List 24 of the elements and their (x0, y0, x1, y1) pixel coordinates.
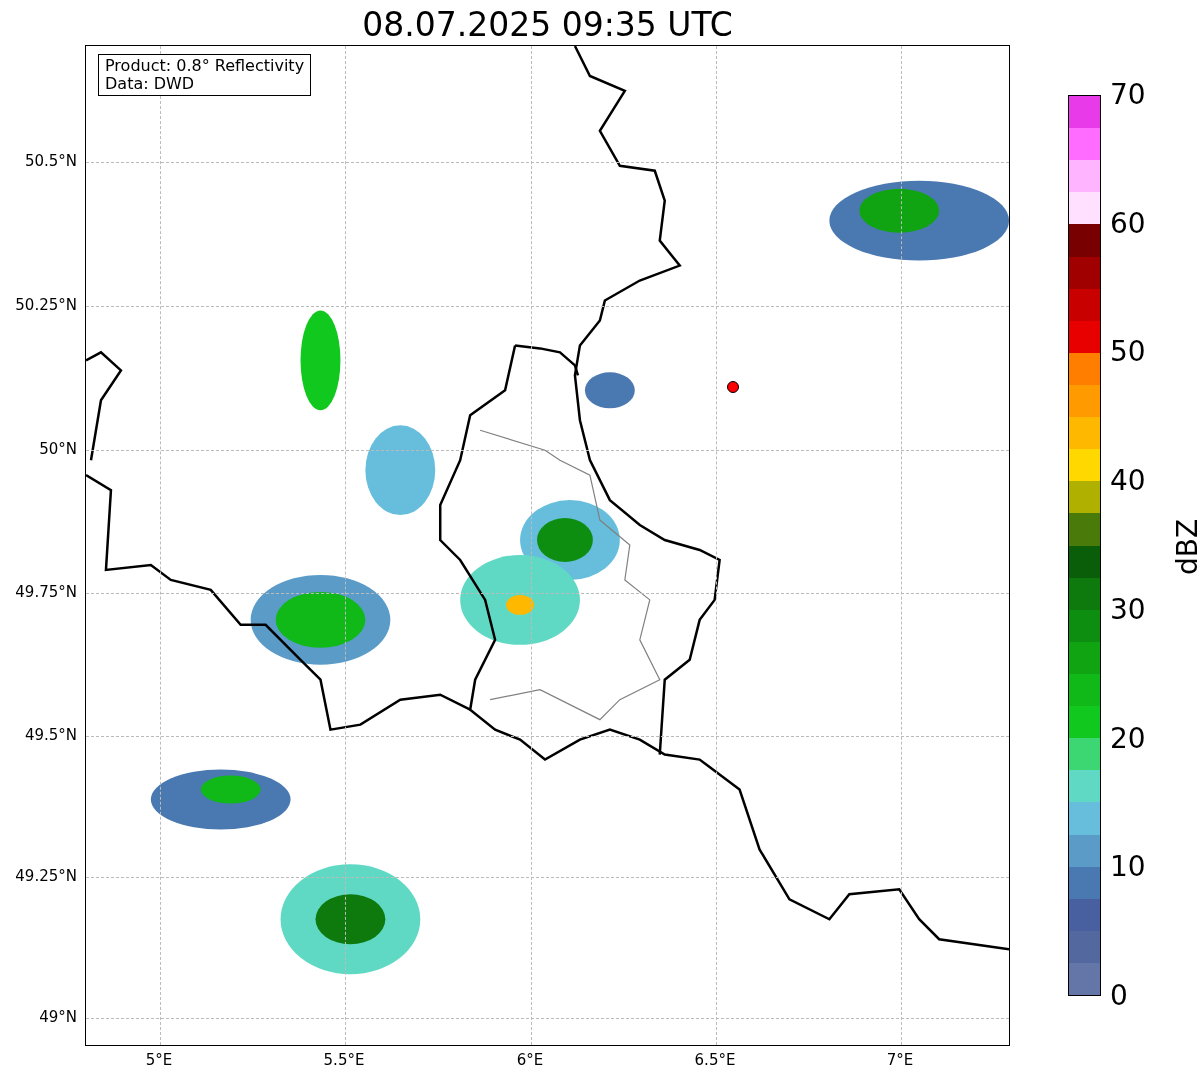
colorbar-tick-label: 40 (1110, 465, 1146, 498)
chart-title: 08.07.2025 09:35 UTC (361, 4, 734, 46)
latitude-tick-label: 50.5°N (24, 152, 77, 170)
colorbar-tick-label: 10 (1110, 851, 1146, 884)
colorbar-tick-label: 50 (1110, 336, 1146, 369)
legend-text: Data: DWD (105, 75, 196, 93)
colorbar-tick-label: 0 (1110, 980, 1128, 1012)
longitude-tick-label: 6.5°E (693, 1051, 737, 1069)
colorbar-label: dBZ (1171, 518, 1202, 576)
colorbar-tick-label: 60 (1110, 207, 1146, 240)
latitude-tick-label: 50.25°N (15, 296, 77, 314)
colorbar-tick-label: 70 (1110, 79, 1146, 111)
longitude-tick-label: 5°E (144, 1051, 174, 1069)
legend-text: Product: 0.8° Reflectivity (105, 57, 305, 75)
latitude-tick-label: 49.5°N (24, 726, 77, 744)
longitude-tick-label: 5.5°E (322, 1051, 366, 1069)
latitude-tick-label: 49.75°N (15, 583, 77, 601)
latitude-tick-label: 50°N (39, 440, 77, 458)
longitude-tick-label: 7°E (885, 1051, 915, 1069)
latitude-tick-label: 49.25°N (15, 867, 77, 885)
latitude-tick-label: 49°N (39, 1008, 77, 1026)
colorbar-tick-label: 20 (1110, 722, 1146, 755)
longitude-tick-label: 6°E (515, 1051, 545, 1069)
colorbar-tick-label: 30 (1110, 593, 1146, 626)
